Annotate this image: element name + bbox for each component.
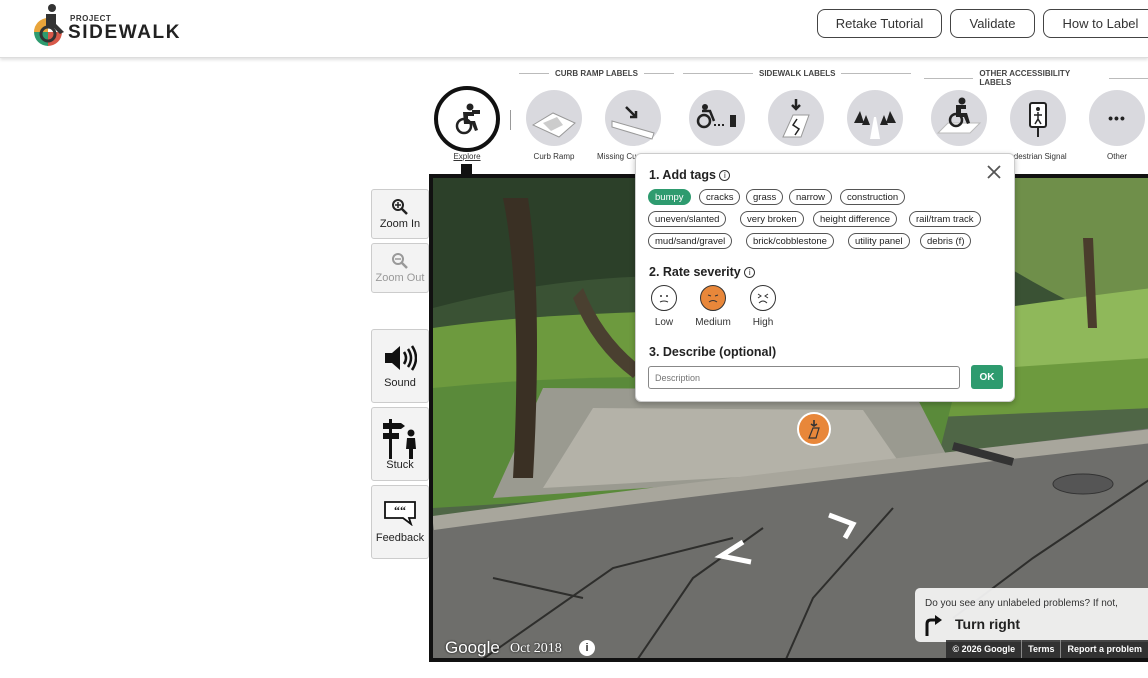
wheelchair-barrier-icon — [936, 97, 982, 134]
toolbar-divider — [510, 110, 511, 130]
distressed-face-icon — [750, 285, 776, 311]
other-tool-button[interactable]: ••• — [1089, 90, 1145, 146]
tag-brick-cobblestone[interactable]: brick/cobblestone — [746, 233, 834, 249]
explore-tool-button[interactable] — [434, 86, 500, 152]
other-group-text: OTHER ACCESSIBILITY LABELS — [979, 69, 1071, 87]
tag-grass[interactable]: grass — [746, 189, 784, 205]
missing-curb-ramp-icon — [611, 106, 655, 140]
curb-ramp-label: Curb Ramp — [533, 152, 575, 161]
zoom-out-button[interactable]: Zoom Out — [371, 243, 429, 293]
turn-right-text[interactable]: Turn right — [955, 616, 1020, 632]
turn-right-arrow-icon — [925, 615, 942, 636]
no-sidewalk-icon — [854, 111, 896, 139]
label-context-menu: 1. Add tags i bumpy cracks grass narrow … — [635, 153, 1015, 402]
missing-curb-ramp-tool-button[interactable] — [605, 90, 661, 146]
stuck-text: Stuck — [386, 459, 414, 471]
logo-sidewalk-text: SIDEWALK — [68, 22, 182, 43]
top-header: PROJECT SIDEWALK Retake Tutorial Validat… — [0, 0, 1148, 58]
copyright-text: © 2026 Google — [952, 644, 1016, 654]
no-sidewalk-tool-button[interactable] — [847, 90, 903, 146]
project-sidewalk-logo[interactable]: PROJECT SIDEWALK — [30, 2, 190, 46]
sidewalk-group-label: SIDEWALK LABELS — [683, 69, 912, 78]
curb-ramp-icon — [531, 112, 576, 138]
close-popup-button[interactable] — [986, 164, 1002, 180]
curb-ramp-group-label: CURB RAMP LABELS — [519, 69, 674, 78]
pedestrian-signal-tool-button[interactable] — [1010, 90, 1066, 146]
zoom-in-icon — [392, 199, 408, 215]
ok-button[interactable]: OK — [971, 365, 1003, 389]
tag-mud-sand-gravel[interactable]: mud/sand/gravel — [648, 233, 733, 249]
tag-uneven-slanted[interactable]: uneven/slanted — [648, 211, 727, 227]
explore-label: Explore — [453, 152, 481, 161]
severity-medium-text: Medium — [695, 317, 731, 328]
obstacle-icon — [696, 104, 736, 129]
feedback-text: Feedback — [375, 532, 425, 544]
zoom-out-icon — [392, 253, 408, 269]
severity-low-option[interactable]: Low — [639, 285, 689, 328]
tag-rail-tram-track[interactable]: rail/tram track — [909, 211, 981, 227]
surface-problem-tool-button[interactable] — [768, 90, 824, 146]
placed-label-marker[interactable] — [797, 412, 831, 446]
validate-button[interactable]: Validate — [950, 9, 1035, 38]
surface-problem-icon — [782, 99, 810, 138]
severity-high-text: High — [752, 317, 774, 328]
feedback-button[interactable]: ““ Feedback — [371, 485, 429, 559]
severity-medium-option[interactable]: Medium — [688, 285, 738, 328]
tag-utility-panel[interactable]: utility panel — [848, 233, 910, 249]
tag-construction[interactable]: construction — [840, 189, 906, 205]
zoom-in-text: Zoom In — [379, 218, 421, 230]
rate-severity-heading-text: 2. Rate severity — [649, 265, 741, 279]
tag-narrow[interactable]: narrow — [789, 189, 833, 205]
sidewalk-group-text: SIDEWALK LABELS — [759, 69, 836, 78]
stuck-button[interactable]: Stuck — [371, 407, 429, 481]
sound-button[interactable]: Sound — [371, 329, 429, 403]
zoom-out-text: Zoom Out — [375, 272, 425, 284]
severity-high-option[interactable]: High — [738, 285, 788, 328]
tag-height-difference[interactable]: height difference — [813, 211, 898, 227]
other-label: Other — [1106, 152, 1127, 161]
retake-tutorial-button[interactable]: Retake Tutorial — [817, 9, 942, 38]
neutral-face-icon — [651, 285, 677, 311]
how-to-label-button[interactable]: How to Label — [1043, 9, 1148, 38]
other-barrier-tool-button[interactable] — [931, 90, 987, 146]
navigation-message: Do you see any unlabeled problems? If no… — [915, 588, 1148, 642]
obstacle-tool-button[interactable] — [689, 90, 745, 146]
severity-info-icon[interactable]: i — [744, 267, 756, 279]
rate-severity-heading: 2. Rate severity i — [649, 265, 756, 279]
zoom-in-button[interactable]: Zoom In — [371, 189, 429, 239]
severity-low-text: Low — [654, 317, 674, 328]
tag-debris[interactable]: debris (f) — [920, 233, 972, 249]
tag-cracks[interactable]: cracks — [699, 189, 741, 205]
signpost-stuck-icon — [383, 419, 416, 459]
close-icon — [987, 165, 1001, 179]
pedestrian-signal-icon — [1029, 102, 1047, 137]
logo-icon — [34, 4, 64, 46]
nav-question-text: Do you see any unlabeled problems? If no… — [925, 598, 1118, 609]
more-dots-icon: ••• — [1108, 110, 1126, 126]
add-tags-heading-text: 1. Add tags — [649, 168, 716, 182]
tag-very-broken[interactable]: very broken — [740, 211, 804, 227]
google-logo: Google — [445, 638, 500, 657]
google-footer-bar: © 2026 Google Terms Report a problem — [946, 640, 1148, 658]
surface-problem-marker-icon — [808, 420, 820, 439]
svg-text:“: “ — [400, 503, 406, 517]
describe-heading: 3. Describe (optional) — [649, 345, 777, 359]
sound-text: Sound — [384, 377, 416, 389]
tag-bumpy[interactable]: bumpy — [648, 189, 691, 205]
report-problem-link[interactable]: Report a problem — [1060, 640, 1148, 658]
speech-bubble-icon: ““ — [384, 501, 416, 526]
speaker-icon — [385, 345, 417, 371]
other-accessibility-group-label: OTHER ACCESSIBILITY LABELS — [924, 69, 1148, 87]
tags-info-icon[interactable]: i — [719, 170, 731, 182]
terms-link[interactable]: Terms — [1021, 640, 1060, 658]
description-input[interactable] — [648, 366, 960, 389]
curb-ramp-group-text: CURB RAMP LABELS — [555, 69, 638, 78]
wheelchair-explore-icon — [455, 103, 480, 135]
worried-face-icon — [700, 285, 726, 311]
info-icon[interactable]: i — [579, 640, 595, 656]
curb-ramp-tool-button[interactable] — [526, 90, 582, 146]
add-tags-heading: 1. Add tags i — [649, 168, 731, 182]
capture-date: Oct 2018 — [510, 641, 562, 656]
